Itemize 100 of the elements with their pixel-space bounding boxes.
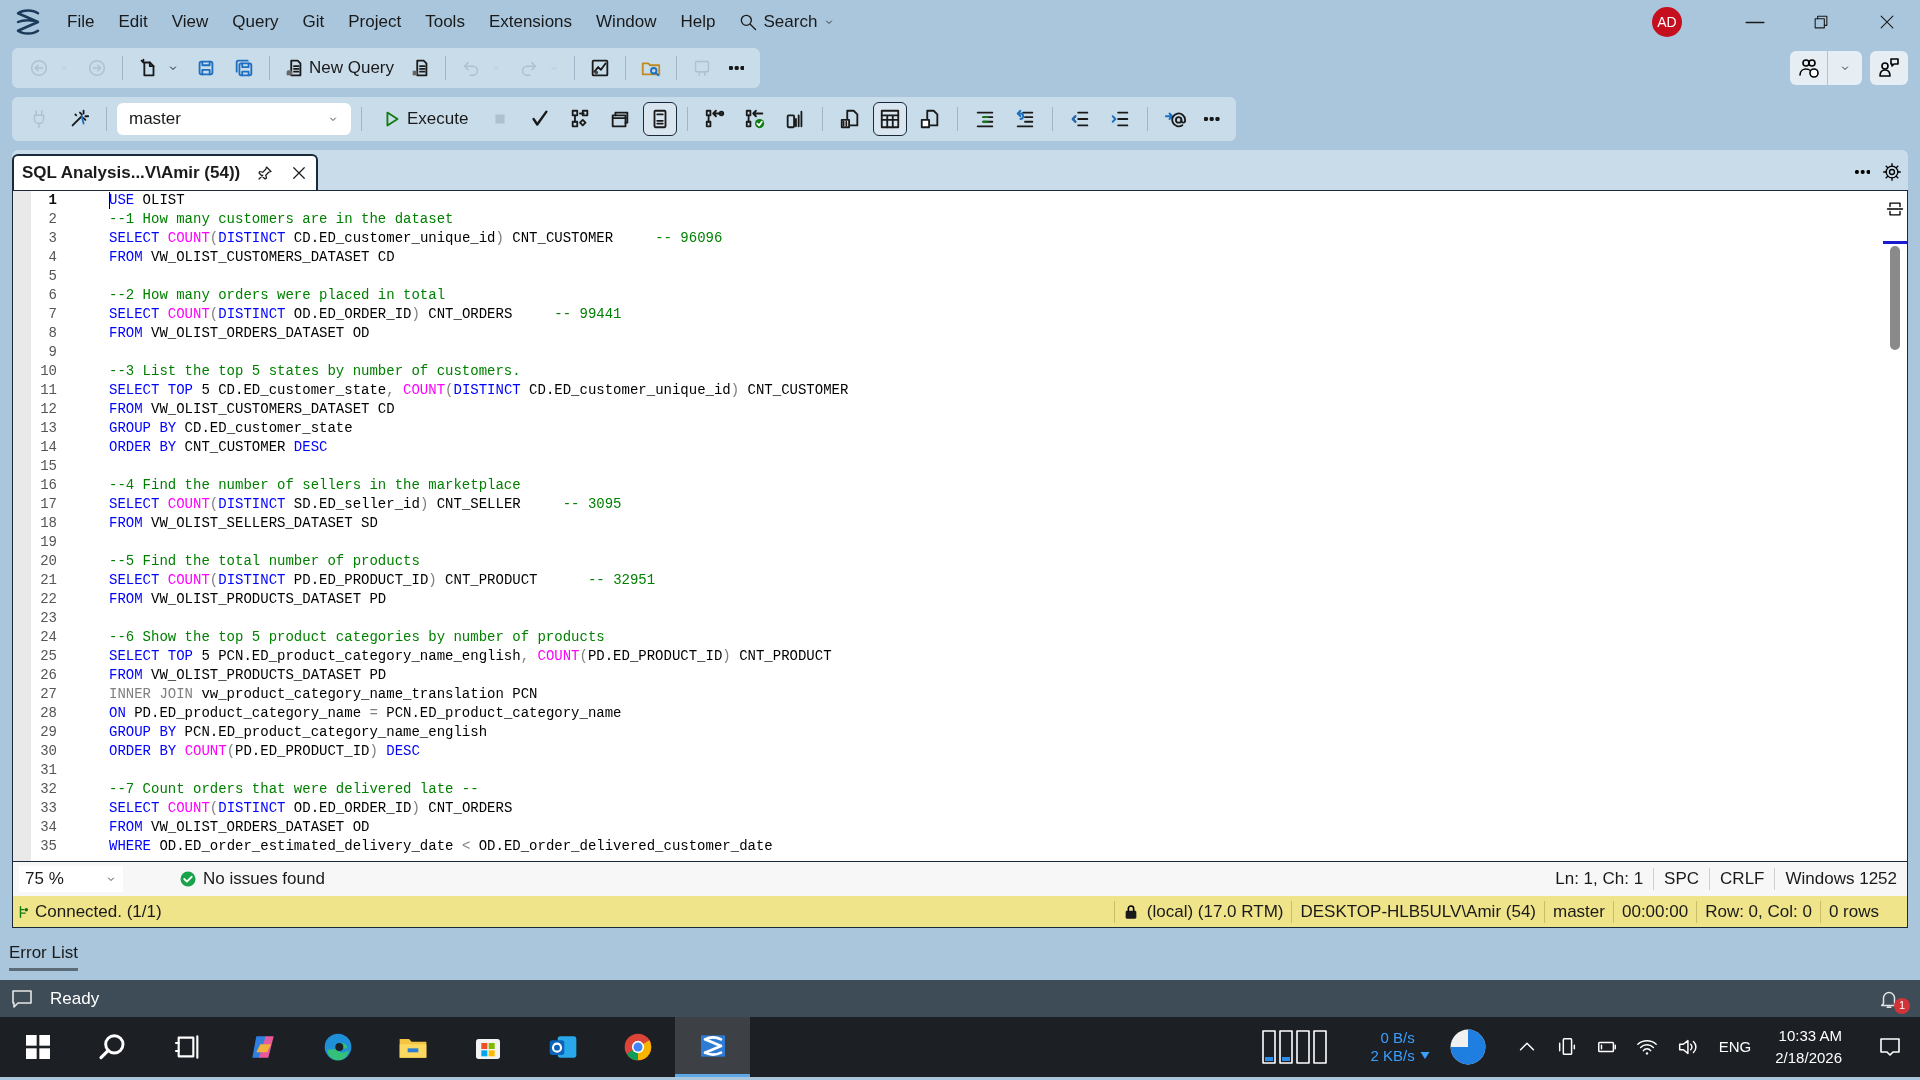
code-line[interactable]: --3 List the top 5 states by number of customers. [109, 362, 521, 381]
editor-status-item: CRLF [1719, 868, 1766, 891]
pin-icon [256, 164, 275, 182]
code-line[interactable]: --4 Find the number of sellers in the marketplace [109, 476, 521, 495]
feedback-icon [1877, 56, 1901, 80]
menu-item[interactable]: Edit [106, 9, 160, 35]
more-icon [1854, 170, 1870, 174]
line-number: 18 [39, 514, 57, 533]
execute-button[interactable]: Execute [372, 102, 478, 136]
menu-item[interactable]: Tools [413, 9, 477, 35]
page-button[interactable] [643, 102, 678, 136]
line-number: 12 [39, 400, 57, 419]
line-number: 14 [39, 438, 57, 457]
code-line[interactable]: FROM VW_OLIST_ORDERS_DATASET OD [109, 818, 370, 837]
menu-item[interactable]: Help [668, 9, 728, 35]
line-number: 34 [39, 818, 57, 837]
save-all-icon [233, 57, 255, 79]
account-avatar[interactable]: AD [1652, 7, 1682, 37]
line-number: 4 [47, 248, 57, 267]
line-number: 5 [47, 267, 57, 286]
grid-button[interactable] [873, 102, 908, 136]
line-number: 27 [39, 685, 57, 704]
line-number: 9 [47, 343, 57, 362]
download-speed: 2 KB/s [1370, 1047, 1415, 1065]
line-number: 6 [47, 286, 57, 305]
zoom-dropdown[interactable]: 75 % [19, 866, 123, 892]
menu-item[interactable]: View [159, 9, 221, 35]
line-number: 3 [47, 229, 57, 248]
more-icon [729, 66, 745, 70]
code-line[interactable]: --1 How many customers are in the dataset [109, 210, 454, 229]
code-line[interactable]: SELECT COUNT(DISTINCT OD.ED_ORDER_ID) CNT_ORDERS [109, 799, 513, 818]
connection-info: 0 rows [1827, 900, 1880, 923]
code-line[interactable]: SELECT COUNT(DISTINCT CD.ED_customer_unique_id) CNT_CUSTOMER -- 96096 [109, 229, 723, 248]
code-line[interactable]: SELECT TOP 5 CD.ED_customer_state, COUNT(DISTINCT CD.ED_customer_unique_id) CNT_CUSTOMER [109, 381, 849, 400]
line-number: 10 [39, 362, 57, 381]
clock-time[interactable]: 10:33 AM [1778, 1025, 1842, 1047]
code-line[interactable]: USE OLIST [109, 191, 185, 210]
code-line[interactable]: FROM VW_OLIST_CUSTOMERS_DATASET CD [109, 400, 395, 419]
line-number: 25 [39, 647, 57, 666]
code-line[interactable]: SELECT COUNT(DISTINCT OD.ED_ORDER_ID) CNT_ORDERS -- 99441 [109, 305, 622, 324]
text-cursor [109, 192, 110, 209]
code-line[interactable]: SELECT TOP 5 PCN.ED_product_category_name_english, COUNT(PD.ED_PRODUCT_ID) CNT_PRODUCT [109, 647, 832, 666]
line-number: 15 [39, 457, 57, 476]
line-number: 21 [39, 571, 57, 590]
clock-date[interactable]: 2/18/2026 [1775, 1047, 1842, 1069]
line-number: 2 [47, 210, 57, 229]
menu-item[interactable]: Extensions [476, 9, 585, 35]
line-number: 31 [39, 761, 57, 780]
connection-info: Row: 0, Col: 0 [1704, 900, 1813, 923]
line-number: 7 [47, 305, 57, 324]
pin-button[interactable] [256, 164, 275, 182]
line-number: 23 [39, 609, 57, 628]
status-text: Ready [50, 987, 100, 1010]
editor-status-item: Ln: 1, Ch: 1 [1554, 868, 1645, 891]
code-line[interactable]: FROM VW_OLIST_CUSTOMERS_DATASET CD [109, 248, 395, 267]
document-tab[interactable]: SQL Analysis...V\Amir (54)) [12, 154, 319, 190]
ssms-taskbar-button[interactable] [675, 1017, 750, 1077]
database-dropdown[interactable]: master [117, 103, 351, 135]
code-line[interactable]: FROM VW_OLIST_SELLERS_DATASET SD [109, 514, 378, 533]
code-line[interactable]: SELECT COUNT(DISTINCT SD.ED_seller_id) CNT_SELLER -- 3095 [109, 495, 622, 514]
down-arrow-icon [1418, 1049, 1431, 1061]
people-icon [1796, 56, 1821, 80]
menu-item[interactable]: Window [584, 9, 669, 35]
upload-speed: 0 B/s [1380, 1029, 1415, 1047]
success-icon [179, 870, 197, 888]
line-number: 29 [39, 723, 57, 742]
code-line[interactable]: ORDER BY COUNT(PD.ED_PRODUCT_ID) DESC [109, 742, 420, 761]
line-number: 33 [39, 799, 57, 818]
code-line[interactable]: FROM VW_OLIST_PRODUCTS_DATASET PD [109, 590, 387, 609]
menu-item[interactable]: File [55, 9, 107, 35]
code-line[interactable]: FROM VW_OLIST_ORDERS_DATASET OD [109, 324, 370, 343]
code-line[interactable]: INNER JOIN vw_product_category_name_translation PCN [109, 685, 538, 704]
code-line[interactable]: ON PD.ED_product_category_name = PCN.ED_product_category_name [109, 704, 622, 723]
menu-item[interactable]: Project [336, 9, 414, 35]
language-indicator[interactable]: ENG [1718, 1035, 1752, 1059]
code-line[interactable]: ORDER BY CNT_CUSTOMER DESC [109, 438, 328, 457]
code-line[interactable]: --7 Count orders that were delivered late -- [109, 780, 479, 799]
new-query-button[interactable]: New Query [278, 51, 400, 85]
line-number: 28 [39, 704, 57, 723]
search-button[interactable]: Search [727, 9, 846, 35]
line-number: 19 [39, 533, 57, 552]
connection-info: master [1552, 900, 1606, 923]
panel-tab[interactable]: Error List [9, 937, 78, 971]
scrollbar-thumb[interactable] [1890, 246, 1900, 350]
code-line[interactable]: WHERE OD.ED_order_estimated_delivery_date < OD.ED_order_delivered_customer_date [109, 837, 773, 856]
code-line[interactable]: GROUP BY PCN.ED_product_category_name_english [109, 723, 488, 742]
issues-status: No issues found [203, 868, 325, 891]
code-line[interactable]: --2 How many orders were placed in total [109, 286, 446, 305]
code-line[interactable]: FROM VW_OLIST_PRODUCTS_DATASET PD [109, 666, 387, 685]
code-line[interactable]: GROUP BY CD.ED_customer_state [109, 419, 353, 438]
code-line[interactable]: SELECT COUNT(DISTINCT PD.ED_PRODUCT_ID) CNT_PRODUCT -- 32951 [109, 571, 656, 590]
line-number: 30 [39, 742, 57, 761]
menu-item[interactable]: Git [290, 9, 337, 35]
connection-status: Connected. (1/1) [35, 900, 162, 923]
connection-icon [17, 904, 31, 919]
code-line[interactable]: --5 Find the total number of products [109, 552, 420, 571]
code-line[interactable]: --6 Show the top 5 product categories by number of products [109, 628, 605, 647]
menu-item[interactable]: Query [220, 9, 291, 35]
line-number: 20 [39, 552, 57, 571]
feedback-button[interactable] [1870, 51, 1908, 85]
